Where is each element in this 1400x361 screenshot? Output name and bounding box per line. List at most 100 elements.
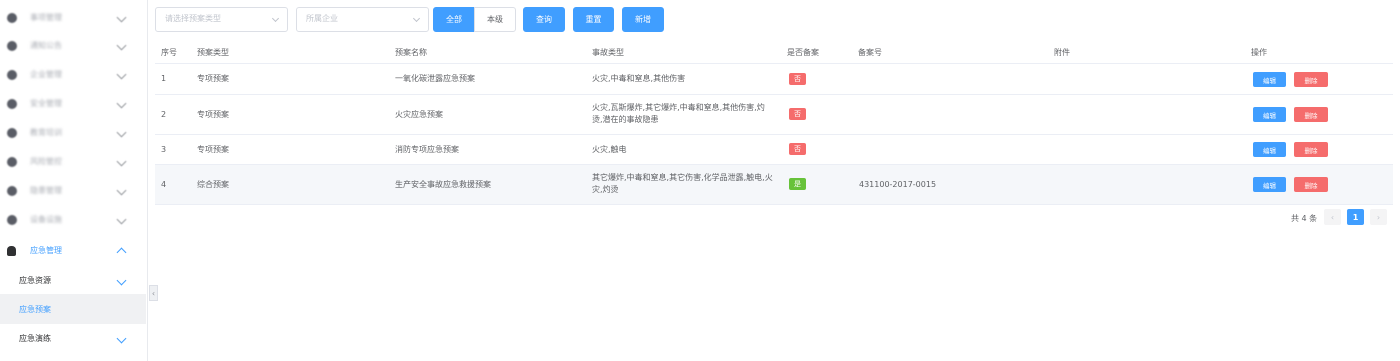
shield-icon <box>7 98 17 109</box>
pagination-total: 共 4 条 <box>1291 214 1318 223</box>
cell-accident-type-line: 灾,灼烫 <box>592 185 619 194</box>
status-badge: 否 <box>789 73 806 85</box>
sidebar-item-6[interactable]: 隐患管理 <box>0 176 146 205</box>
prev-page-button[interactable]: ‹ <box>1324 209 1341 225</box>
sidebar: 事项管理 通知公告 企业管理 安全管理 教育培训 风险管控 隐患管理 设备设施 … <box>0 0 148 361</box>
delete-button[interactable]: 删除 <box>1294 107 1328 122</box>
chevron-up-icon <box>116 247 127 258</box>
table-row: 1 专项预案 一氧化碳泄露应急预案 火灾,中毒和窒息,其他伤害 否 编辑 删除 <box>155 64 1393 95</box>
delete-button[interactable]: 删除 <box>1294 142 1328 157</box>
chevron-down-icon <box>116 12 127 23</box>
add-button[interactable]: 新增 <box>622 7 664 32</box>
cell-accident-type: 火灾,中毒和窒息,其他伤害 <box>592 74 686 83</box>
sidebar-subitem-drills[interactable]: 应急演练 <box>0 323 146 353</box>
sidebar-item-1[interactable]: 通知公告 <box>0 31 146 60</box>
sidebar-item-4[interactable]: 教育培训 <box>0 118 146 147</box>
cell-filing-no: 431100-2017-0015 <box>859 180 937 189</box>
sidebar-subitem-label: 应急演练 <box>19 333 51 343</box>
edit-button[interactable]: 编辑 <box>1253 72 1286 87</box>
cell-plan-name: 生产安全事故应急救援预案 <box>395 180 491 189</box>
header-attachment: 附件 <box>1054 48 1070 57</box>
sidebar-subitem-plans[interactable]: 应急预案 <box>0 294 146 324</box>
header-accident-type: 事故类型 <box>592 48 624 57</box>
sidebar-subitem-resources[interactable]: 应急资源 <box>0 265 146 295</box>
page-number-button[interactable]: 1 <box>1347 209 1364 225</box>
plan-type-select[interactable] <box>155 7 288 32</box>
table-row: 3 专项预案 消防专项应急预案 火灾,触电 否 编辑 删除 <box>155 135 1393 165</box>
sidebar-collapse-button[interactable]: ‹ <box>149 285 158 301</box>
scope-own-level-button[interactable]: 本级 <box>474 7 516 32</box>
sidebar-item-emergency[interactable]: 应急管理 <box>0 236 146 265</box>
sidebar-item-5[interactable]: 风险管控 <box>0 147 146 176</box>
cell-accident-type-line: 其它爆炸,中毒和窒息,其它伤害,化学品泄露,触电,火 <box>592 173 773 182</box>
header-plan-type: 预案类型 <box>197 48 229 57</box>
sidebar-item-label: 通知公告 <box>30 41 62 50</box>
chevron-left-icon: ‹ <box>1330 212 1335 222</box>
sidebar-item-label: 应急管理 <box>30 246 62 255</box>
header-filing-no: 备案号 <box>858 48 882 57</box>
header-filed: 是否备案 <box>787 48 819 57</box>
next-page-button[interactable]: › <box>1370 209 1387 225</box>
cell-plan-type: 专项预案 <box>197 74 229 83</box>
cell-accident-type-line: 烫,潜在的事故隐患 <box>592 115 659 124</box>
chevron-down-icon <box>271 14 280 23</box>
grid-icon <box>7 12 17 23</box>
building-icon <box>7 69 17 80</box>
app-root: 事项管理 通知公告 企业管理 安全管理 教育培训 风险管控 隐患管理 设备设施 … <box>0 0 1400 361</box>
cell-index: 3 <box>161 145 167 154</box>
reset-button[interactable]: 重置 <box>573 7 614 32</box>
sidebar-item-label: 风险管控 <box>30 157 62 166</box>
scope-all-button[interactable]: 全部 <box>433 7 475 32</box>
chevron-down-icon <box>116 40 127 51</box>
chevron-down-icon <box>116 98 127 109</box>
bell-icon <box>7 40 17 51</box>
sidebar-subitem-label: 应急预案 <box>19 304 51 314</box>
chevron-down-icon <box>116 127 127 138</box>
chevron-down-icon <box>116 275 127 285</box>
chevron-left-icon: ‹ <box>151 288 156 298</box>
company-select[interactable] <box>296 7 429 32</box>
sidebar-item-3[interactable]: 安全管理 <box>0 89 146 118</box>
cell-plan-name: 火灾应急预案 <box>395 110 443 119</box>
table-header: 序号 预案类型 预案名称 事故类型 是否备案 备案号 附件 操作 <box>155 40 1393 64</box>
chevron-right-icon: › <box>1376 212 1381 222</box>
cell-accident-type-line: 火灾,瓦斯爆炸,其它爆炸,中毒和窒息,其他伤害,灼 <box>592 103 765 112</box>
cell-plan-type: 专项预案 <box>197 110 229 119</box>
cell-index: 2 <box>161 110 167 119</box>
edit-button[interactable]: 编辑 <box>1253 107 1286 122</box>
cell-plan-type: 综合预案 <box>197 180 229 189</box>
cell-plan-name: 消防专项应急预案 <box>395 145 459 154</box>
sidebar-item-label: 事项管理 <box>30 13 62 22</box>
tool-icon <box>7 214 17 225</box>
table-row: 4 综合预案 生产安全事故应急救援预案 其它爆炸,中毒和窒息,其它伤害,化学品泄… <box>155 165 1393 205</box>
cell-plan-name: 一氧化碳泄露应急预案 <box>395 74 475 83</box>
plan-type-input[interactable] <box>165 14 261 23</box>
sidebar-item-label: 设备设施 <box>30 215 62 224</box>
table-row: 2 专项预案 火灾应急预案 火灾,瓦斯爆炸,其它爆炸,中毒和窒息,其他伤害,灼 … <box>155 95 1393 135</box>
query-button[interactable]: 查询 <box>523 7 565 32</box>
chevron-down-icon <box>116 214 127 225</box>
header-actions: 操作 <box>1251 48 1267 57</box>
chevron-down-icon <box>116 333 127 343</box>
sidebar-item-label: 教育培训 <box>30 128 62 137</box>
sidebar-item-0[interactable]: 事项管理 <box>0 3 146 32</box>
chevron-down-icon <box>412 14 421 23</box>
status-badge: 否 <box>789 108 806 120</box>
book-icon <box>7 127 17 138</box>
chevron-down-icon <box>116 156 127 167</box>
chevron-down-icon <box>116 185 127 196</box>
edit-button[interactable]: 编辑 <box>1253 177 1286 192</box>
sidebar-item-7[interactable]: 设备设施 <box>0 205 146 234</box>
delete-button[interactable]: 删除 <box>1294 177 1328 192</box>
chevron-down-icon <box>116 69 127 80</box>
user-shield-icon <box>7 245 16 256</box>
hazard-icon <box>7 185 17 196</box>
company-input[interactable] <box>306 14 402 23</box>
sidebar-item-2[interactable]: 企业管理 <box>0 60 146 89</box>
status-badge: 是 <box>789 178 806 190</box>
delete-button[interactable]: 删除 <box>1294 72 1328 87</box>
edit-button[interactable]: 编辑 <box>1253 142 1286 157</box>
plans-table: 序号 预案类型 预案名称 事故类型 是否备案 备案号 附件 操作 1 专项预案 … <box>155 40 1393 205</box>
cell-plan-type: 专项预案 <box>197 145 229 154</box>
cell-accident-type: 火灾,触电 <box>592 145 627 154</box>
